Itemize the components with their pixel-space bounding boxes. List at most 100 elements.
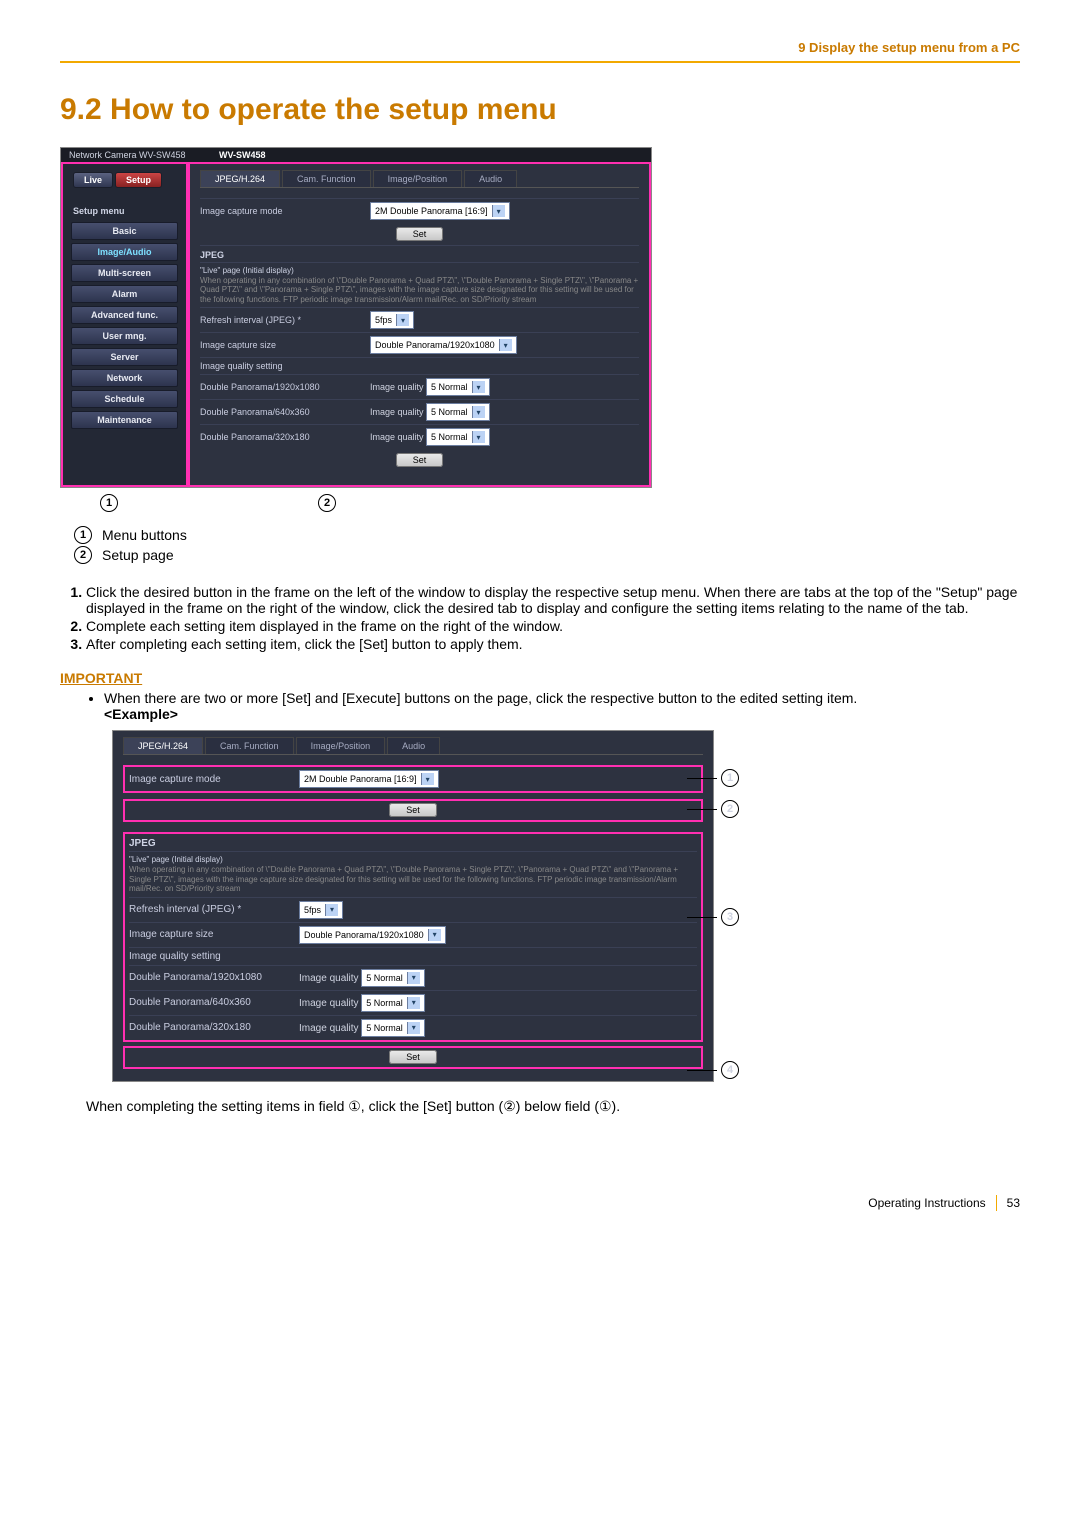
- step-3: After completing each setting item, clic…: [86, 636, 1020, 652]
- live-button[interactable]: Live: [73, 172, 113, 188]
- menu-network[interactable]: Network: [71, 369, 179, 387]
- live-page-note-2: "Live" page (Initial display)When operat…: [129, 855, 697, 893]
- tab-bar-2: JPEG/H.264 Cam. Function Image/Position …: [123, 737, 703, 755]
- tab-camfunc-2[interactable]: Cam. Function: [205, 737, 294, 754]
- refresh-label-2: Refresh interval (JPEG) *: [129, 904, 299, 915]
- legend-2: Setup page: [102, 547, 174, 563]
- jpeg-section-title: JPEG: [200, 245, 639, 262]
- callout-1-icon: 1: [100, 494, 118, 512]
- chevron-down-icon: ▾: [407, 997, 420, 1009]
- sidebar-title: Setup menu: [73, 206, 182, 216]
- tab-audio[interactable]: Audio: [464, 170, 517, 187]
- q3-select[interactable]: 5 Normal▾: [426, 428, 490, 446]
- refresh-label: Refresh interval (JPEG) *: [200, 315, 370, 325]
- page-title: 9.2 How to operate the setup menu: [60, 93, 1020, 127]
- menu-server[interactable]: Server: [71, 348, 179, 366]
- capture-mode-label-2: Image capture mode: [129, 774, 299, 785]
- chevron-down-icon: ▾: [407, 1022, 420, 1034]
- callout-ex-4-icon: 4: [721, 1061, 739, 1079]
- callout-ex-2-icon: 2: [721, 800, 739, 818]
- refresh-select[interactable]: 5fps▾: [370, 311, 414, 329]
- q1-select-2[interactable]: 5 Normal▾: [361, 969, 425, 987]
- important-text: When there are two or more [Set] and [Ex…: [104, 690, 1020, 722]
- chevron-down-icon: ▾: [499, 339, 512, 351]
- size-select-2[interactable]: Double Panorama/1920x1080▾: [299, 926, 446, 944]
- setup-page-frame: JPEG/H.264 Cam. Function Image/Position …: [188, 162, 651, 487]
- tab-jpeg-2[interactable]: JPEG/H.264: [123, 737, 203, 754]
- capture-mode-select[interactable]: 2M Double Panorama [16:9]▾: [370, 202, 510, 220]
- model-label: WV-SW458: [219, 150, 266, 160]
- q1-select[interactable]: 5 Normal▾: [426, 378, 490, 396]
- menu-advanced[interactable]: Advanced func.: [71, 306, 179, 324]
- chevron-down-icon: ▾: [472, 431, 485, 443]
- menu-alarm[interactable]: Alarm: [71, 285, 179, 303]
- q2-label-2: Double Panorama/640x360: [129, 997, 299, 1008]
- q3-select-2[interactable]: 5 Normal▾: [361, 1019, 425, 1037]
- circle-2-icon: 2: [74, 546, 92, 564]
- q3-label-2: Double Panorama/320x180: [129, 1022, 299, 1033]
- menu-maintenance[interactable]: Maintenance: [71, 411, 179, 429]
- q2-label: Double Panorama/640x360: [200, 407, 370, 417]
- q2-select[interactable]: 5 Normal▾: [426, 403, 490, 421]
- capture-mode-label: Image capture mode: [200, 206, 370, 216]
- callout-ex-1-icon: 1: [721, 769, 739, 787]
- legend-1: Menu buttons: [102, 527, 187, 543]
- callout-2-icon: 2: [318, 494, 336, 512]
- camera-id: Network Camera WV-SW458: [69, 150, 219, 160]
- chevron-down-icon: ▾: [472, 381, 485, 393]
- tab-audio-2[interactable]: Audio: [387, 737, 440, 754]
- setup-button[interactable]: Setup: [115, 172, 162, 188]
- set-button-2[interactable]: Set: [396, 453, 444, 467]
- q3-label: Double Panorama/320x180: [200, 432, 370, 442]
- menu-schedule[interactable]: Schedule: [71, 390, 179, 408]
- tab-bar: JPEG/H.264 Cam. Function Image/Position …: [200, 170, 639, 188]
- capture-mode-select-2[interactable]: 2M Double Panorama [16:9]▾: [299, 770, 439, 788]
- tab-jpeg[interactable]: JPEG/H.264: [200, 170, 280, 187]
- step-1: Click the desired button in the frame on…: [86, 584, 1020, 616]
- size-label: Image capture size: [200, 340, 370, 350]
- q2-select-2[interactable]: 5 Normal▾: [361, 994, 425, 1012]
- q1-label: Double Panorama/1920x1080: [200, 382, 370, 392]
- footer-divider: [996, 1195, 997, 1211]
- step-2: Complete each setting item displayed in …: [86, 618, 1020, 634]
- size-select[interactable]: Double Panorama/1920x1080▾: [370, 336, 517, 354]
- set-button[interactable]: Set: [396, 227, 444, 241]
- screenshot-setup-menu: Network Camera WV-SW458 WV-SW458 Live Se…: [60, 147, 652, 488]
- menu-multiscreen[interactable]: Multi-screen: [71, 264, 179, 282]
- chevron-down-icon: ▾: [428, 929, 441, 941]
- q1-label-2: Double Panorama/1920x1080: [129, 972, 299, 983]
- qset-label: Image quality setting: [200, 361, 370, 371]
- callout-ex-3-icon: 3: [721, 908, 739, 926]
- sidebar: Live Setup Setup menu Basic Image/Audio …: [61, 162, 188, 487]
- example-screenshot: JPEG/H.264 Cam. Function Image/Position …: [112, 730, 714, 1081]
- chevron-down-icon: ▾: [407, 972, 420, 984]
- menu-usermng[interactable]: User mng.: [71, 327, 179, 345]
- chevron-down-icon: ▾: [396, 314, 409, 326]
- size-label-2: Image capture size: [129, 929, 299, 940]
- menu-image-audio[interactable]: Image/Audio: [71, 243, 179, 261]
- tab-imgpos[interactable]: Image/Position: [373, 170, 463, 187]
- example-label: <Example>: [104, 706, 178, 722]
- tab-imgpos-2[interactable]: Image/Position: [296, 737, 386, 754]
- chevron-down-icon: ▾: [421, 773, 434, 785]
- jpeg-section-title-2: JPEG: [129, 834, 697, 851]
- circle-1-icon: 1: [74, 526, 92, 544]
- live-page-note: "Live" page (Initial display)When operat…: [200, 266, 639, 304]
- steps-list: Click the desired button in the frame on…: [60, 584, 1020, 652]
- page-footer: Operating Instructions 53: [60, 1195, 1020, 1211]
- chevron-down-icon: ▾: [325, 904, 338, 916]
- chevron-down-icon: ▾: [472, 406, 485, 418]
- refresh-select-2[interactable]: 5fps▾: [299, 901, 343, 919]
- menu-basic[interactable]: Basic: [71, 222, 179, 240]
- header-breadcrumb: 9 Display the setup menu from a PC: [60, 40, 1020, 63]
- closing-text: When completing the setting items in fie…: [86, 1098, 1020, 1115]
- important-heading: IMPORTANT: [60, 670, 1020, 686]
- footer-page: 53: [1007, 1196, 1020, 1210]
- set-button-ex2[interactable]: Set: [389, 1050, 437, 1064]
- set-button-ex1[interactable]: Set: [389, 803, 437, 817]
- qset-label-2: Image quality setting: [129, 951, 299, 962]
- chevron-down-icon: ▾: [492, 205, 505, 217]
- legend: 1 Menu buttons 2 Setup page: [74, 526, 1020, 564]
- tab-camfunc[interactable]: Cam. Function: [282, 170, 371, 187]
- footer-label: Operating Instructions: [868, 1196, 985, 1210]
